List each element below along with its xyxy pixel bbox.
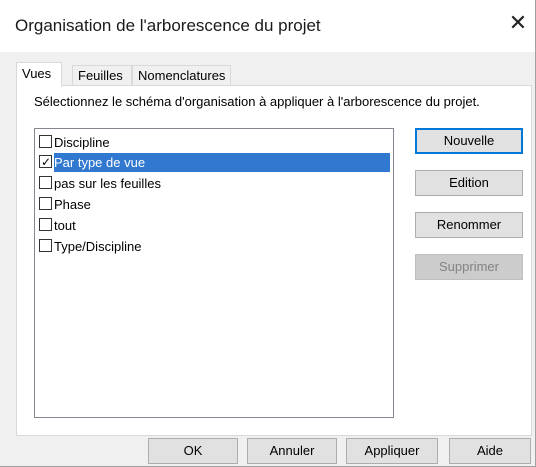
list-item-label: Type/Discipline [54, 239, 142, 254]
list-item[interactable]: tout [38, 215, 390, 236]
list-item[interactable]: pas sur les feuilles [38, 173, 390, 194]
instruction-text: Sélectionnez le schéma d'organisation à … [34, 94, 480, 109]
checkbox[interactable] [39, 197, 52, 210]
dialog-window: Organisation de l'arborescence du projet… [0, 0, 536, 467]
list-item-label: pas sur les feuilles [54, 176, 161, 191]
list-item-label: Discipline [54, 135, 110, 150]
new-button[interactable]: Nouvelle [415, 128, 523, 154]
list-item-label: Par type de vue [54, 155, 146, 170]
list-item[interactable]: ✓ Par type de vue [38, 152, 390, 173]
ok-button[interactable]: OK [148, 438, 238, 464]
edit-button[interactable]: Edition [415, 170, 523, 196]
list-item-label: Phase [54, 197, 91, 212]
close-icon[interactable]: ✕ [507, 12, 529, 34]
dialog-title: Organisation de l'arborescence du projet [15, 16, 321, 35]
checkbox[interactable] [39, 176, 52, 189]
tab-feuilles[interactable]: Feuilles [72, 65, 132, 85]
delete-button: Supprimer [415, 254, 523, 280]
cancel-button[interactable]: Annuler [247, 438, 337, 464]
apply-button[interactable]: Appliquer [346, 438, 438, 464]
scheme-list[interactable]: Discipline ✓ Par type de vue pas sur les… [34, 128, 394, 418]
list-item[interactable]: Phase [38, 194, 390, 215]
checkbox[interactable] [39, 218, 52, 231]
checkbox[interactable] [39, 135, 52, 148]
tab-vues[interactable]: Vues [16, 62, 62, 87]
tab-nomenclatures[interactable]: Nomenclatures [132, 65, 231, 85]
checkbox[interactable]: ✓ [39, 155, 52, 168]
title-bar: Organisation de l'arborescence du projet… [0, 0, 535, 52]
checkbox[interactable] [39, 239, 52, 252]
rename-button[interactable]: Renommer [415, 212, 523, 238]
list-item[interactable]: Type/Discipline [38, 236, 390, 257]
list-item[interactable]: Discipline [38, 132, 390, 153]
list-item-label: tout [54, 218, 76, 233]
help-button[interactable]: Aide [449, 438, 531, 464]
tab-panel-vues: Sélectionnez le schéma d'organisation à … [16, 85, 532, 436]
checkmark-icon: ✓ [41, 155, 52, 169]
